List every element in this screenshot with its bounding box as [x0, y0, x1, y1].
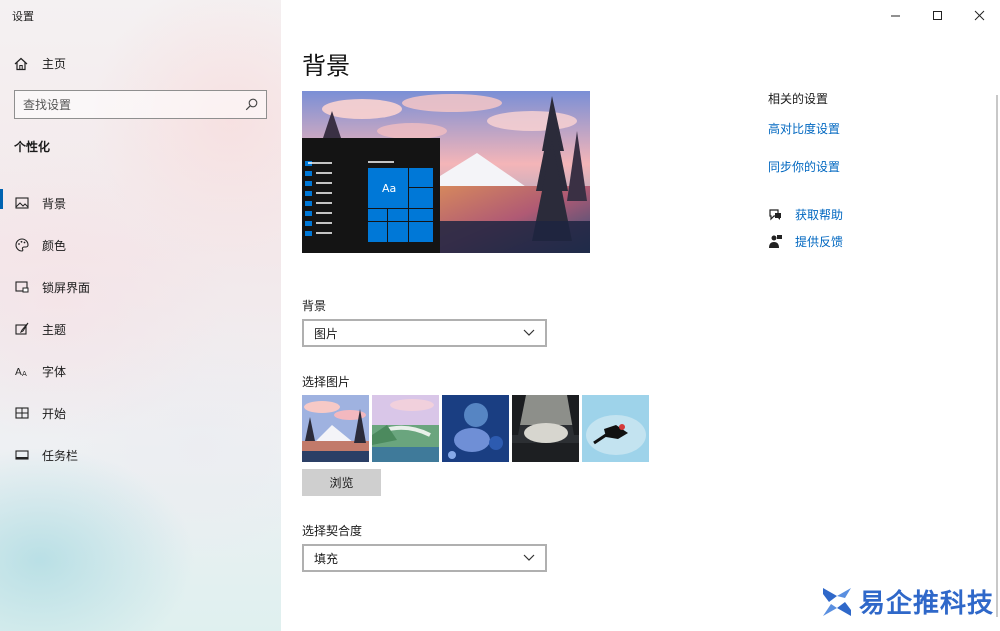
preview-sample-text: Aa	[382, 182, 396, 195]
sidebar-item-label: 开始	[42, 406, 67, 421]
picture-thumbnail[interactable]	[582, 395, 649, 462]
get-help-label: 获取帮助	[795, 208, 844, 222]
background-dropdown[interactable]: 图片	[302, 319, 547, 347]
maximize-icon	[932, 10, 942, 20]
feedback-label: 提供反馈	[795, 235, 844, 249]
window-controls	[874, 0, 1000, 30]
fit-dropdown-value: 填充	[314, 551, 339, 566]
font-icon: AA	[14, 364, 30, 378]
background-preview: Aa	[302, 91, 590, 253]
picture-icon	[14, 196, 30, 210]
sidebar-item-fonts[interactable]: AA 字体	[0, 350, 281, 392]
help-chat-icon	[769, 209, 781, 221]
search-icon[interactable]	[245, 98, 258, 111]
background-label: 背景	[302, 299, 327, 313]
svg-text:A: A	[15, 367, 22, 378]
preview-image: Aa	[302, 91, 590, 253]
feedback-link[interactable]: 提供反馈	[768, 233, 843, 250]
fit-label: 选择契合度	[302, 524, 363, 538]
svg-text:A: A	[22, 370, 27, 378]
search-input[interactable]: 查找设置	[14, 90, 267, 119]
get-help-link[interactable]: 获取帮助	[768, 206, 843, 223]
close-button[interactable]	[958, 0, 1000, 30]
scrollbar[interactable]	[996, 95, 998, 617]
watermark-text: 易企推科技	[858, 589, 994, 619]
home-nav-item[interactable]: 主页	[14, 55, 66, 72]
app-title: 设置	[12, 10, 34, 23]
theme-brush-icon	[14, 322, 30, 336]
fit-dropdown[interactable]: 填充	[302, 544, 547, 572]
background-dropdown-value: 图片	[314, 326, 339, 341]
home-label: 主页	[42, 57, 67, 71]
watermark-logo	[822, 587, 851, 616]
sidebar-item-label: 背景	[42, 196, 67, 211]
sidebar: 设置 主页 查找设置 个性化 背景 颜色 锁屏界面 主题 A A 字体 开始 任…	[0, 0, 281, 631]
start-grid-icon	[14, 406, 30, 420]
picture-thumbnail[interactable]	[372, 395, 439, 462]
sidebar-item-start[interactable]: 开始	[0, 392, 281, 434]
sync-settings-link[interactable]: 同步你的设置	[768, 158, 840, 175]
minimize-icon	[890, 15, 900, 16]
watermark: 易企推科技	[819, 583, 994, 620]
home-icon	[14, 57, 28, 70]
minimize-button[interactable]	[874, 0, 916, 30]
sidebar-item-background[interactable]: 背景	[0, 182, 281, 224]
close-icon	[974, 10, 984, 20]
related-settings: 相关的设置 高对比度设置 同步你的设置	[768, 90, 840, 196]
related-settings-title: 相关的设置	[768, 92, 829, 106]
picture-thumbnail[interactable]	[512, 395, 579, 462]
feedback-icon	[769, 235, 782, 248]
choose-picture-label: 选择图片	[302, 375, 351, 389]
sidebar-item-label: 颜色	[42, 238, 67, 253]
sidebar-item-taskbar[interactable]: 任务栏	[0, 434, 281, 476]
chevron-down-icon	[523, 554, 535, 561]
chevron-down-icon	[523, 329, 535, 336]
sidebar-nav: 背景 颜色 锁屏界面 主题 AA 字体 开始 任务栏	[0, 182, 281, 476]
high-contrast-link[interactable]: 高对比度设置	[768, 120, 840, 137]
sidebar-item-label: 主题	[42, 322, 67, 337]
section-title: 个性化	[14, 140, 51, 154]
picture-thumbnail[interactable]	[442, 395, 509, 462]
palette-icon	[14, 238, 30, 252]
picture-thumbnails	[302, 395, 649, 462]
sidebar-item-themes[interactable]: 主题	[0, 308, 281, 350]
picture-thumbnail[interactable]	[302, 395, 369, 462]
sidebar-item-lock-screen[interactable]: 锁屏界面	[0, 266, 281, 308]
sidebar-item-label: 任务栏	[42, 448, 79, 463]
page-title: 背景	[302, 52, 350, 80]
sidebar-item-label: 锁屏界面	[42, 280, 91, 295]
browse-button[interactable]: 浏览	[302, 469, 381, 496]
search-placeholder: 查找设置	[23, 98, 72, 112]
sidebar-item-label: 字体	[42, 364, 67, 379]
taskbar-icon	[14, 448, 30, 462]
sidebar-item-colors[interactable]: 颜色	[0, 224, 281, 266]
maximize-button[interactable]	[916, 0, 958, 30]
lock-screen-icon	[14, 280, 30, 294]
